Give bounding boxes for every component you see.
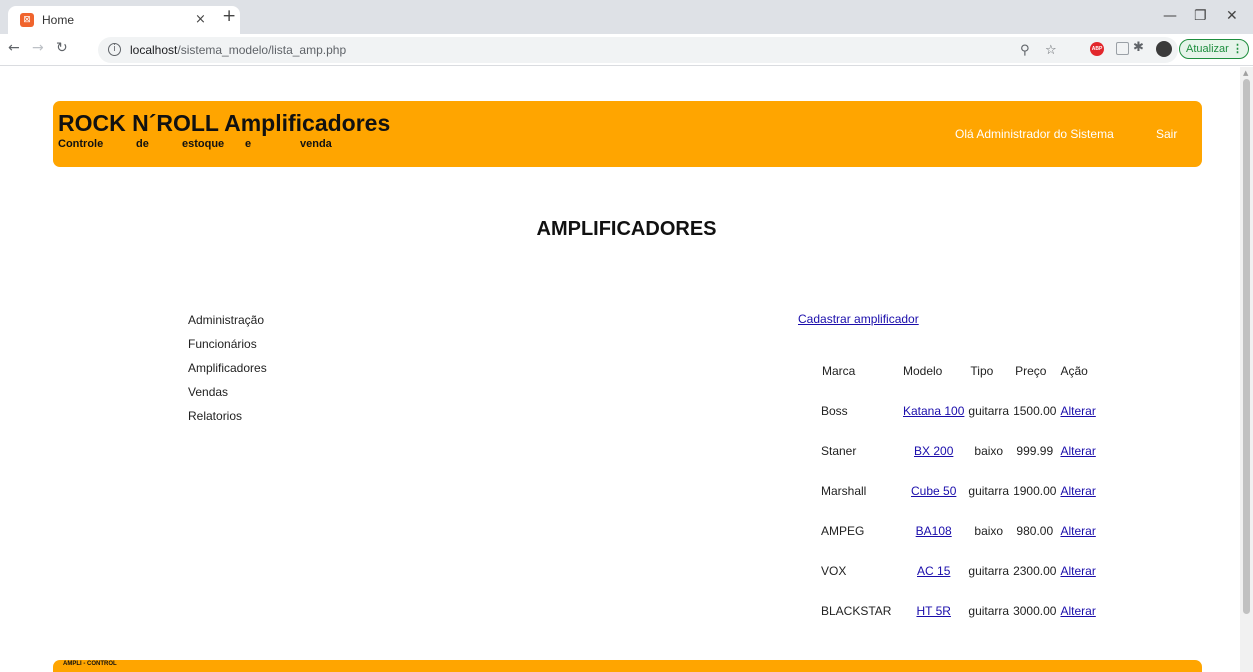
menu-item-amplificadores[interactable]: Amplificadores	[188, 361, 267, 385]
column-header-acao: Ação	[1060, 364, 1088, 378]
register-amplifier-link[interactable]: Cadastrar amplificador	[798, 312, 919, 326]
cell-preco: 3000.00	[1013, 604, 1057, 618]
table-row: Boss Katana 100 guitarra 1500.00 Alterar	[819, 396, 1098, 436]
cell-preco: 1500.00	[1013, 404, 1057, 418]
cell-tipo: baixo	[974, 524, 1004, 538]
amplifier-table: Marca Modelo Tipo Preço Ação Boss Katana…	[819, 356, 1098, 636]
site-footer: AMPLI - CONTROL	[53, 660, 1202, 672]
zoom-icon[interactable]: ⚲	[1020, 43, 1030, 58]
model-link[interactable]: HT 5R	[916, 604, 950, 618]
edit-link[interactable]: Alterar	[1060, 604, 1095, 618]
browser-menu-icon[interactable]: ⋮	[1232, 40, 1243, 58]
avatar[interactable]	[1156, 41, 1172, 57]
tab-title: Home	[42, 13, 75, 27]
table-row: AMPEG BA108 baixo 980.00 Alterar	[819, 516, 1098, 556]
address-bar[interactable]: i localhost/sistema_modelo/lista_amp.php…	[98, 37, 1178, 63]
model-link[interactable]: BX 200	[914, 444, 953, 458]
cell-preco: 1900.00	[1013, 484, 1057, 498]
menu-item-relatorios[interactable]: Relatorios	[188, 409, 267, 433]
side-menu: Administração Funcionários Amplificadore…	[188, 313, 267, 433]
model-link[interactable]: Cube 50	[911, 484, 956, 498]
cell-marca: VOX	[821, 564, 847, 578]
edit-link[interactable]: Alterar	[1060, 444, 1095, 458]
cell-marca: BLACKSTAR	[821, 604, 892, 618]
subtitle-word: de	[136, 138, 149, 150]
table-row: Staner BX 200 baixo 999.99 Alterar	[819, 436, 1098, 476]
edit-link[interactable]: Alterar	[1060, 404, 1095, 418]
browser-toolbar: ← → ↻ i localhost/sistema_modelo/lista_a…	[0, 34, 1253, 66]
url-text: localhost/sistema_modelo/lista_amp.php	[130, 43, 347, 57]
cell-tipo: guitarra	[968, 404, 1010, 418]
column-header-modelo: Modelo	[903, 364, 943, 378]
edit-link[interactable]: Alterar	[1060, 484, 1095, 498]
column-header-preco: Preço	[1015, 364, 1047, 378]
restore-icon[interactable]: ❐	[1194, 8, 1207, 24]
table-row: BLACKSTAR HT 5R guitarra 3000.00 Alterar	[819, 596, 1098, 636]
cell-tipo: guitarra	[968, 484, 1010, 498]
scroll-thumb[interactable]	[1243, 79, 1250, 614]
forward-arrow-icon[interactable]: →	[32, 40, 44, 56]
reload-icon[interactable]: ↻	[56, 40, 68, 56]
table-row: Marshall Cube 50 guitarra 1900.00 Altera…	[819, 476, 1098, 516]
cell-marca: Boss	[821, 404, 848, 418]
page-title: AMPLIFICADORES	[536, 218, 717, 240]
subtitle-word: estoque	[182, 138, 225, 150]
adblock-icon[interactable]: ABP	[1090, 42, 1104, 56]
subtitle-word: Controle	[58, 138, 104, 150]
table-row: VOX AC 15 guitarra 2300.00 Alterar	[819, 556, 1098, 596]
model-link[interactable]: AC 15	[917, 564, 950, 578]
column-header-tipo: Tipo	[970, 364, 994, 378]
site-header: ROCK N´ROLL Amplificadores Controle de e…	[53, 101, 1202, 167]
back-arrow-icon[interactable]: ←	[8, 40, 20, 56]
subtitle-word: venda	[300, 138, 332, 150]
cell-marca: Staner	[821, 444, 857, 458]
cell-preco: 999.99	[1016, 444, 1054, 458]
puzzle-icon[interactable]: ✱	[1133, 40, 1144, 55]
column-header-marca: Marca	[822, 364, 856, 378]
menu-item-vendas[interactable]: Vendas	[188, 385, 267, 409]
user-greeting: Olá Administrador do Sistema	[955, 127, 1114, 141]
table-header-row: Marca Modelo Tipo Preço Ação	[819, 356, 1098, 396]
menu-item-funcionarios[interactable]: Funcionários	[188, 337, 267, 361]
update-label: Atualizar	[1186, 43, 1229, 55]
browser-tab[interactable]: ⊠ Home ×	[8, 6, 240, 34]
xampp-favicon-icon: ⊠	[20, 13, 34, 27]
cell-preco: 980.00	[1016, 524, 1054, 538]
menu-item-administracao[interactable]: Administração	[188, 313, 267, 337]
browser-tabbar: ⊠ Home × + — ❐ ✕	[0, 0, 1253, 34]
site-title: ROCK N´ROLL Amplificadores	[58, 110, 391, 136]
page-scrollbar[interactable]: ▲	[1240, 67, 1253, 672]
model-link[interactable]: BA108	[916, 524, 952, 538]
tab-close-icon[interactable]: ×	[195, 12, 206, 27]
edit-link[interactable]: Alterar	[1060, 524, 1095, 538]
model-link[interactable]: Katana 100	[903, 404, 964, 418]
cell-marca: AMPEG	[821, 524, 865, 538]
extension-icon[interactable]	[1116, 42, 1129, 55]
new-tab-icon[interactable]: +	[222, 6, 236, 26]
cell-marca: Marshall	[821, 484, 867, 498]
minimize-icon[interactable]: —	[1163, 8, 1177, 24]
cell-preco: 2300.00	[1013, 564, 1057, 578]
info-icon[interactable]: i	[108, 43, 121, 56]
subtitle-word: e	[245, 138, 252, 150]
edit-link[interactable]: Alterar	[1060, 564, 1095, 578]
cell-tipo: guitarra	[968, 564, 1010, 578]
scroll-up-icon[interactable]: ▲	[1243, 69, 1248, 77]
logout-link[interactable]: Sair	[1156, 127, 1177, 141]
star-icon[interactable]: ☆	[1045, 43, 1057, 58]
footer-text: AMPLI - CONTROL	[63, 661, 117, 667]
update-button[interactable]: Atualizar ⋮	[1179, 39, 1249, 59]
cell-tipo: guitarra	[968, 604, 1010, 618]
cell-tipo: baixo	[974, 444, 1004, 458]
close-window-icon[interactable]: ✕	[1226, 8, 1238, 24]
page-viewport: ROCK N´ROLL Amplificadores Controle de e…	[0, 67, 1240, 672]
